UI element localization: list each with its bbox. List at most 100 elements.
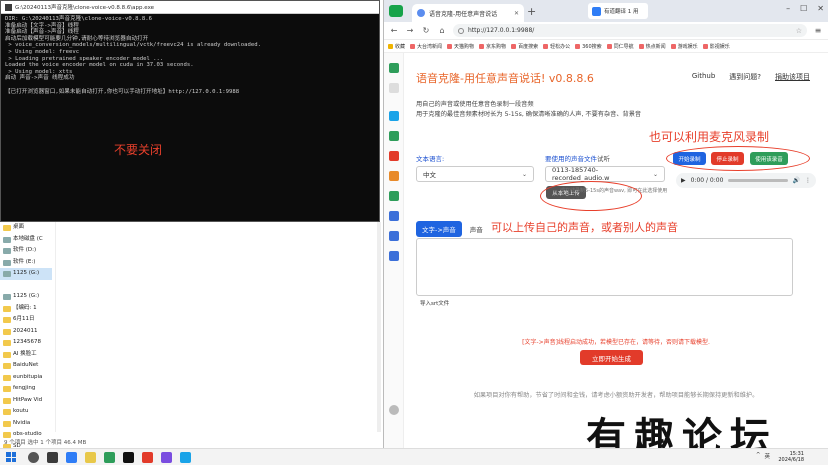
tree-item[interactable]: Nvidia <box>0 418 52 430</box>
voice-file-select[interactable]: 0113-185740-recorded_audio.w ⌄ <box>545 166 665 182</box>
tree-item-label: fengjing <box>13 385 36 391</box>
bookmark-item[interactable]: 影视娱乐 <box>702 43 730 50</box>
tree-item[interactable]: eunbitupia <box>0 372 52 384</box>
app-taskbar-icon[interactable] <box>161 451 172 463</box>
home-icon[interactable]: ⌂ <box>437 26 447 35</box>
tree-item[interactable]: 本地磁盘 (C <box>0 234 52 246</box>
bookmark-item[interactable]: 同仁导航 <box>606 43 634 50</box>
audio-seek-bar[interactable] <box>728 179 788 182</box>
sidebar-app-icon[interactable] <box>389 151 399 161</box>
tree-item[interactable]: 6月11日 <box>0 314 52 326</box>
footer-note: 如果项目对你有帮助，节省了时间和金钱，请考虑小额资助开发者，帮助项目能够长期保持… <box>473 392 759 399</box>
sidebar-app-icon[interactable] <box>389 251 399 261</box>
tree-item[interactable]: 【编码: 1 <box>0 303 52 315</box>
bookmark-item[interactable]: 游戏娱乐 <box>670 43 698 50</box>
tree-item[interactable]: 桌面 <box>0 222 52 234</box>
app-taskbar-icon[interactable] <box>180 451 191 463</box>
bookmark-item[interactable]: 京东购物 <box>479 43 506 50</box>
close-icon[interactable]: ✕ <box>817 4 824 13</box>
console-line: 准备启动【文字->声音】线程 <box>5 22 79 29</box>
text-input[interactable] <box>416 238 793 296</box>
tree-item[interactable]: 1125 (G:) <box>0 291 52 303</box>
clock[interactable]: 15:31 2024/6/18 <box>778 451 804 463</box>
browser-logo-icon[interactable] <box>389 5 403 17</box>
folder-icon <box>3 420 11 427</box>
sidebar-app-icon[interactable] <box>389 191 399 201</box>
bookmark-star-icon[interactable]: ☆ <box>796 27 802 35</box>
bookmark-item[interactable]: 天猫购物 <box>447 43 474 50</box>
app-taskbar-icon[interactable] <box>142 451 153 463</box>
tab-close-icon[interactable]: ✕ <box>514 10 519 17</box>
browser-taskbar-icon[interactable] <box>104 451 115 463</box>
tab-text-to-voice[interactable]: 文字->声音 <box>416 221 462 237</box>
translate-button[interactable]: 有道翻译 1 用 <box>588 3 648 19</box>
chevron-up-icon[interactable]: ^ <box>756 452 761 460</box>
edge-icon[interactable] <box>66 451 77 463</box>
tree-item-label: 6月11日 <box>13 316 35 322</box>
sidebar-app-icon[interactable] <box>389 63 399 73</box>
maximize-icon[interactable]: ☐ <box>800 4 807 13</box>
console-taskbar-icon[interactable] <box>123 451 134 463</box>
menu-icon[interactable]: ≡ <box>813 26 823 35</box>
sidebar-app-icon[interactable] <box>389 231 399 241</box>
play-icon[interactable]: ▶ <box>681 177 686 184</box>
sidebar-app-icon[interactable] <box>389 111 399 121</box>
tab-voice-to-voice[interactable]: 声音 <box>470 224 483 234</box>
sidebar-app-icon[interactable] <box>389 131 399 141</box>
tree-item[interactable]: 2024011 <box>0 326 52 338</box>
bookmark-item[interactable]: 热点新闻 <box>638 43 666 50</box>
browser-window: 语音克隆-用任意声音说话 ✕ + 有道翻译 1 用 – ☐ ✕ ← → ↻ ⌂ … <box>383 0 828 448</box>
sidebar-app-icon[interactable] <box>389 171 399 181</box>
reload-icon[interactable]: ↻ <box>421 26 431 35</box>
donate-link[interactable]: 捐助该项目 <box>775 72 810 82</box>
start-icon[interactable] <box>6 452 16 462</box>
new-tab-button[interactable]: + <box>527 5 536 18</box>
srt-import-link[interactable]: 导入srt文件 <box>420 299 449 307</box>
minimize-icon[interactable]: – <box>786 4 790 13</box>
tree-item[interactable]: BaiduNet <box>0 360 52 372</box>
tree-item[interactable] <box>0 280 52 292</box>
tree-item[interactable]: AI 换脸工 <box>0 349 52 361</box>
input-method-indicator[interactable]: 英 <box>764 452 770 460</box>
bookmark-item[interactable]: 百度搜索 <box>511 43 538 50</box>
status-warning: [文字->声音]线程启动成功，若模型已存在，请等待，否则请下载模型. <box>522 339 710 346</box>
tab-active[interactable]: 语音克隆-用任意声音说话 ✕ <box>412 4 524 22</box>
tree-item[interactable]: 软件 (E:) <box>0 257 52 269</box>
console-line: Loaded the voice encoder model on cuda i… <box>5 62 194 69</box>
address-bar[interactable]: http://127.0.0.1:9988/ ☆ <box>453 24 807 37</box>
more-icon[interactable]: ⋮ <box>805 177 811 184</box>
volume-icon[interactable]: 🔊 <box>793 177 800 184</box>
github-link[interactable]: Github <box>692 72 715 82</box>
back-icon[interactable]: ← <box>389 26 399 35</box>
settings-icon[interactable] <box>389 405 399 415</box>
site-info-icon[interactable] <box>458 27 464 34</box>
console-line: > Using model: xtts <box>5 68 73 75</box>
tree-item[interactable]: 12345678 <box>0 337 52 349</box>
search-icon[interactable] <box>28 451 39 463</box>
bookmark-item[interactable]: 360搜索 <box>575 43 602 50</box>
text-language-label: 文本语言: <box>416 155 445 163</box>
tree-item[interactable]: koutu <box>0 406 52 418</box>
bookmark-label: 大台湾新闻 <box>417 43 443 50</box>
tree-item[interactable]: HitPaw Vid <box>0 395 52 407</box>
sidebar-add-icon[interactable] <box>389 83 399 93</box>
text-language-select[interactable]: 中文 ⌄ <box>416 166 534 182</box>
scrollbar[interactable] <box>377 222 381 432</box>
help-link[interactable]: 遇到问题? <box>729 72 761 82</box>
bookmark-label: 百度搜索 <box>518 43 539 50</box>
console-line: 准备启动【声音->声音】线程 <box>5 29 79 36</box>
bookmark-item[interactable]: 收藏 <box>388 43 405 50</box>
console-titlebar[interactable]: G:\20240113声音克隆\clone-voice-v0.8.8.6\app… <box>1 1 379 14</box>
bookmark-item[interactable]: 大台湾新闻 <box>410 43 442 50</box>
explorer-icon[interactable] <box>85 451 96 463</box>
tree-item[interactable]: fengjing <box>0 383 52 395</box>
voice-file-value: 0113-185740-recorded_audio.w <box>552 166 610 182</box>
generate-button[interactable]: 立即开始生成 <box>580 350 643 365</box>
task-view-icon[interactable] <box>47 451 58 463</box>
tree-item[interactable]: 软件 (D:) <box>0 245 52 257</box>
browser-sidebar <box>384 53 404 448</box>
bookmark-item[interactable]: 轻松办公 <box>543 43 570 50</box>
forward-icon[interactable]: → <box>405 26 415 35</box>
sidebar-app-icon[interactable] <box>389 211 399 221</box>
tree-item[interactable]: 1125 (G:) <box>0 268 52 280</box>
